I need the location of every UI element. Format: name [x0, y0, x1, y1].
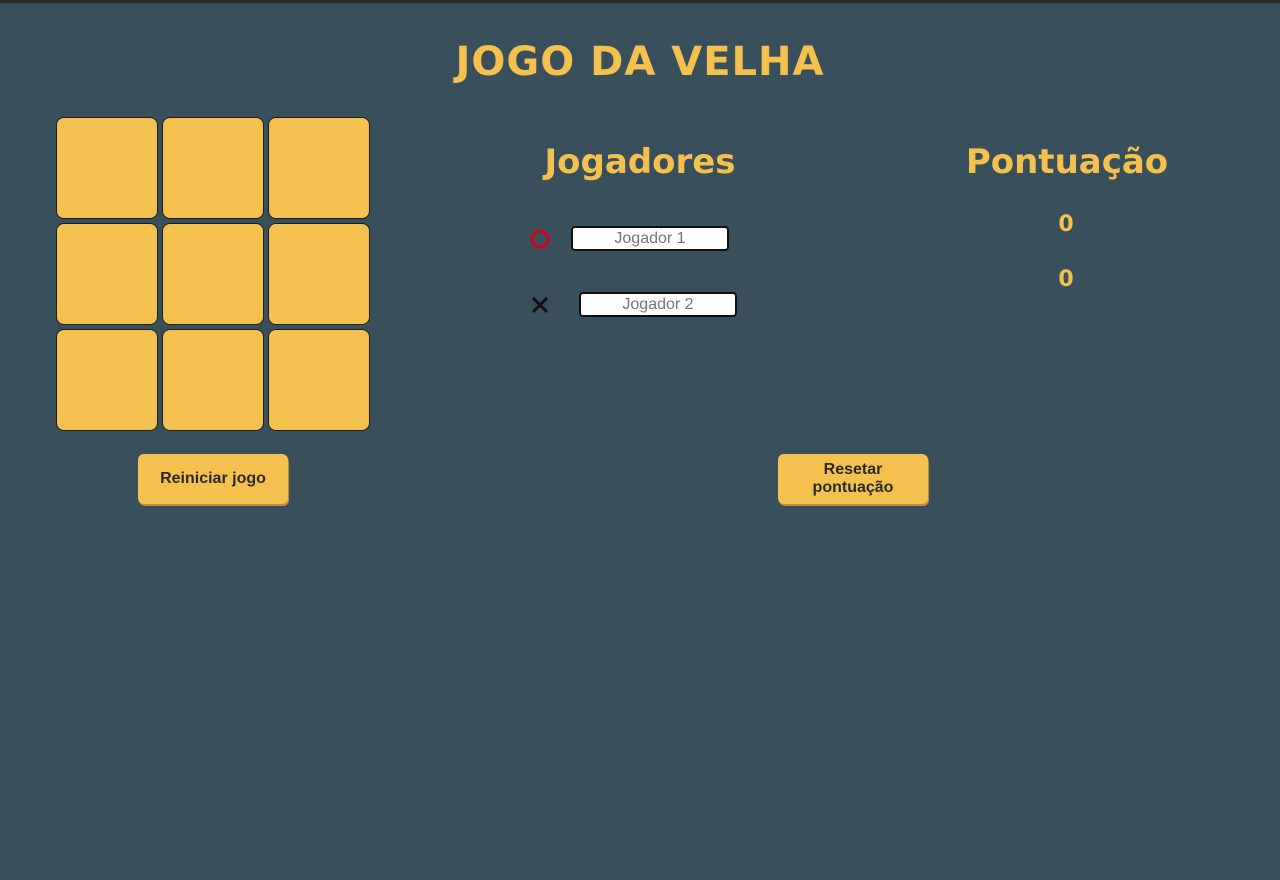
- game-board: [56, 117, 370, 431]
- board-cell-9[interactable]: [268, 329, 370, 431]
- players-heading: Jogadores: [544, 142, 736, 182]
- board-cell-7[interactable]: [56, 329, 158, 431]
- restart-game-button[interactable]: Reiniciar jogo: [138, 454, 288, 504]
- player1-score: 0: [1058, 212, 1074, 237]
- reset-score-button[interactable]: Resetar pontuação: [778, 454, 928, 504]
- player1-name-input[interactable]: [571, 226, 729, 251]
- board-cell-5[interactable]: [162, 223, 264, 325]
- player2-name-input[interactable]: [579, 292, 737, 317]
- cross-x-icon: [530, 295, 550, 315]
- board-cell-6[interactable]: [268, 223, 370, 325]
- score-heading: Pontuação: [965, 142, 1169, 182]
- board-cell-8[interactable]: [162, 329, 264, 431]
- board-cell-2[interactable]: [162, 117, 264, 219]
- board-cell-4[interactable]: [56, 223, 158, 325]
- board-cell-1[interactable]: [56, 117, 158, 219]
- page-title: JOGO DA VELHA: [455, 39, 825, 85]
- window-top-edge: [0, 0, 1280, 3]
- circle-o-icon: [530, 229, 550, 249]
- player2-score: 0: [1058, 267, 1074, 292]
- board-cell-3[interactable]: [268, 117, 370, 219]
